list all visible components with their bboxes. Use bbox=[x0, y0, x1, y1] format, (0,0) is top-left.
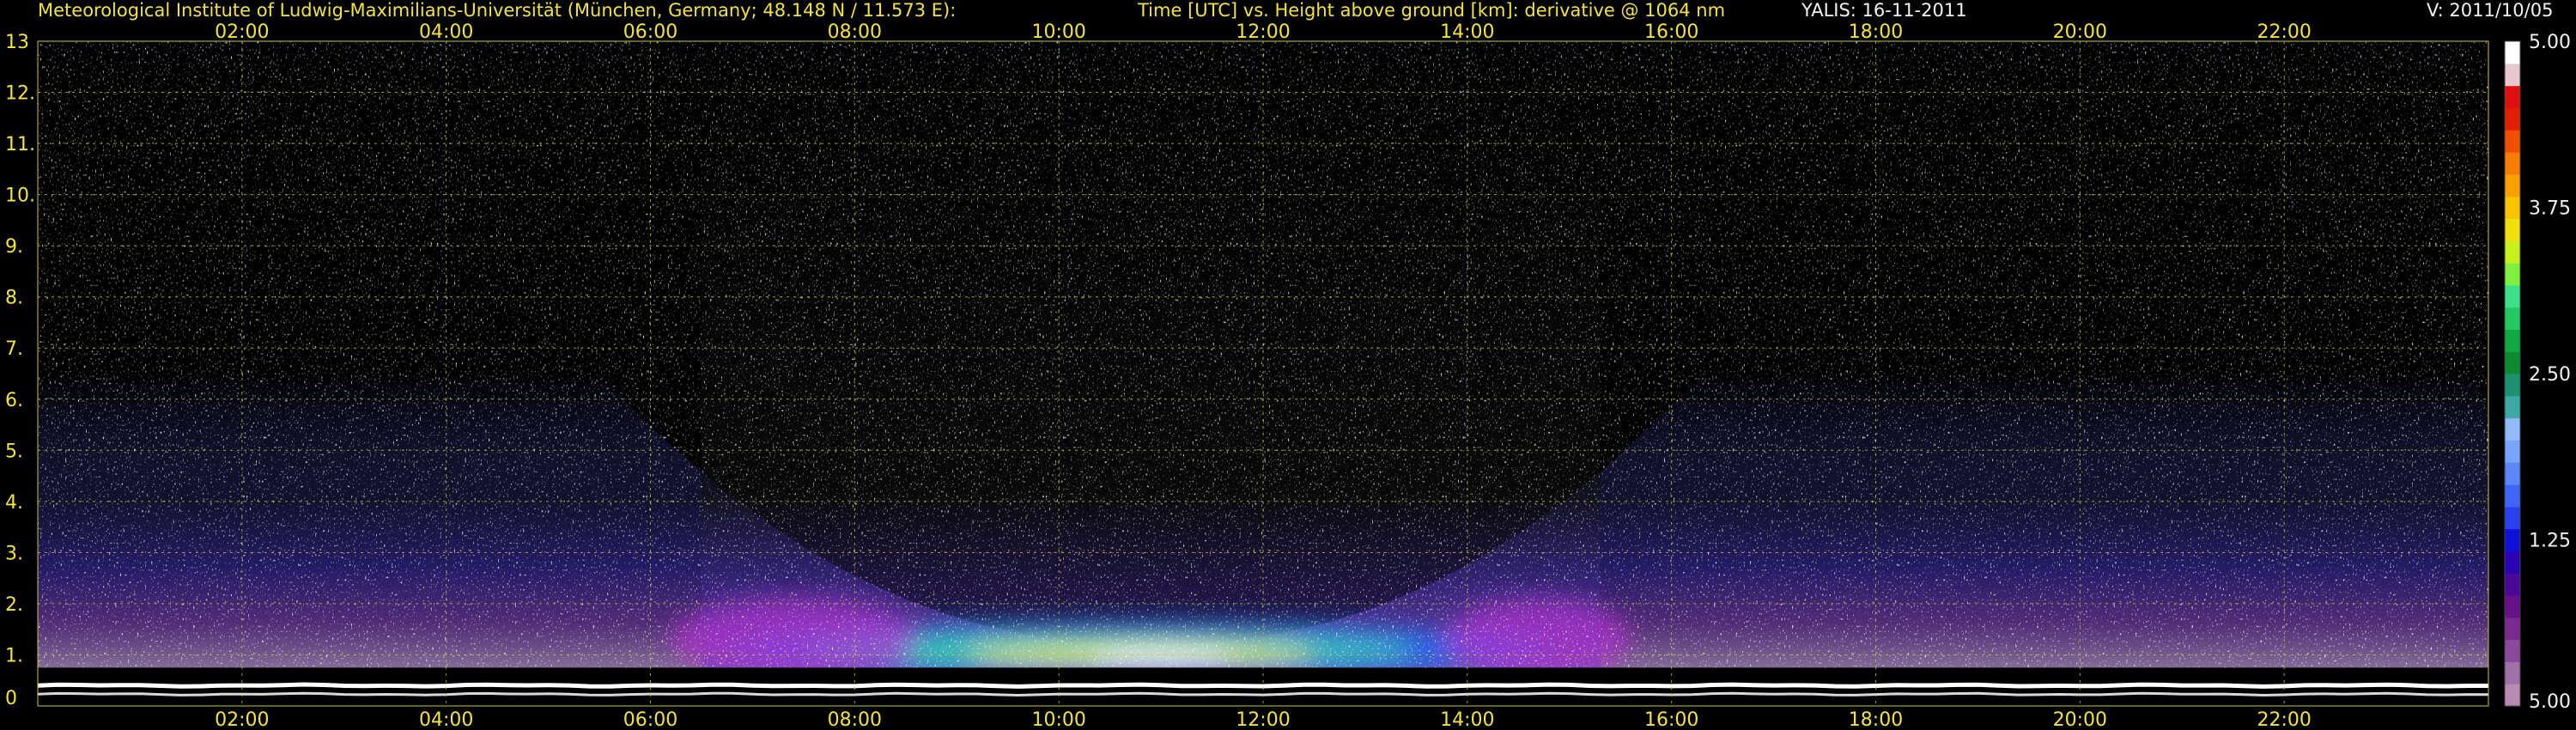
x-tick-label-top: 08:00 bbox=[828, 21, 882, 43]
colorbar-label: 1.25 bbox=[2529, 531, 2571, 552]
colorbar-label: 3.75 bbox=[2529, 198, 2571, 220]
colorbar-segment bbox=[2505, 573, 2520, 596]
x-tick-label-bottom: 20:00 bbox=[2053, 709, 2107, 730]
y-ticks: 0 1. 2. 3. 4. 5. 6. 7. 8. 9. 10. 11. 12. 13 bbox=[5, 32, 35, 709]
y-tick-label: 9. bbox=[5, 236, 23, 258]
colorbar-segment bbox=[2505, 462, 2520, 485]
colorbar-segment bbox=[2505, 41, 2520, 64]
x-tick-label-top: 22:00 bbox=[2257, 21, 2311, 43]
colorbar-segment bbox=[2505, 284, 2520, 308]
colorbar-labels: 5.00 3.75 2.50 1.25 5.00 bbox=[2529, 32, 2571, 713]
colorbar-segment bbox=[2505, 440, 2520, 463]
x-tick-label-bottom: 18:00 bbox=[1849, 709, 1903, 730]
colorbar-segment bbox=[2505, 85, 2520, 108]
chart-svg: 02:00 04:00 06:00 08:00 10:00 12:00 14:00 16:00… bbox=[5, 21, 2571, 730]
x-tick-label-top: 16:00 bbox=[1644, 21, 1698, 43]
colorbar-segment bbox=[2505, 374, 2520, 397]
y-tick-label: 12. bbox=[5, 83, 35, 105]
colorbar-segment bbox=[2505, 617, 2520, 641]
colorbar-segment bbox=[2505, 484, 2520, 508]
x-tick-label-bottom: 14:00 bbox=[1440, 709, 1494, 730]
x-tick-label-top: 04:00 bbox=[419, 21, 473, 43]
y-tick-label: 2. bbox=[5, 594, 23, 616]
x-tick-label-bottom: 22:00 bbox=[2257, 709, 2311, 730]
x-tick-label-top: 06:00 bbox=[623, 21, 677, 43]
colorbar-segment bbox=[2505, 130, 2520, 153]
colorbar-label: 5.00 bbox=[2529, 32, 2571, 53]
x-tick-label-bottom: 04:00 bbox=[419, 709, 473, 730]
colorbar-segment bbox=[2505, 528, 2520, 551]
x-tick-label-bottom: 08:00 bbox=[828, 709, 882, 730]
y-tick-label: 3. bbox=[5, 543, 23, 564]
y-tick-label: 4. bbox=[5, 492, 23, 514]
x-tick-label-top: 02:00 bbox=[215, 21, 269, 43]
y-tick-label: 6. bbox=[5, 390, 23, 411]
colorbar-segment bbox=[2505, 329, 2520, 352]
y-tick-label: 5. bbox=[5, 441, 23, 462]
colorbar-segment bbox=[2505, 107, 2520, 131]
colorbar-segment bbox=[2505, 684, 2520, 707]
colorbar-label: 5.00 bbox=[2529, 691, 2571, 713]
x-tick-label-top: 20:00 bbox=[2053, 21, 2107, 43]
y-tick-label: 1. bbox=[5, 645, 23, 666]
colorbar-segment bbox=[2505, 551, 2520, 574]
colorbar-segment bbox=[2505, 307, 2520, 330]
colorbar-segment bbox=[2505, 240, 2520, 264]
y-tick-label: 13 bbox=[5, 32, 29, 53]
colorbar-segment bbox=[2505, 196, 2520, 219]
y-tick-label: 7. bbox=[5, 338, 23, 360]
x-ticks-bottom: 02:00 04:00 06:00 08:00 10:00 12:00 14:00 16:00… bbox=[215, 709, 2312, 730]
colorbar-segment bbox=[2505, 152, 2520, 175]
colorbar-segment bbox=[2505, 639, 2520, 662]
y-tick-label: 0 bbox=[5, 688, 17, 709]
colorbar-segment bbox=[2505, 263, 2520, 286]
colorbar-segment bbox=[2505, 218, 2520, 241]
y-tick-label: 11. bbox=[5, 134, 35, 155]
lidar-chart: Meteorological Institute of Ludwig-Maxim… bbox=[0, 0, 2576, 730]
x-tick-label-top: 14:00 bbox=[1440, 21, 1494, 43]
x-tick-label-bottom: 16:00 bbox=[1644, 709, 1698, 730]
colorbar-segment bbox=[2505, 595, 2520, 618]
colorbar-segment bbox=[2505, 173, 2520, 198]
colorbar-segment bbox=[2505, 417, 2520, 441]
x-tick-label-bottom: 06:00 bbox=[623, 709, 677, 730]
colorbar-segment bbox=[2505, 506, 2520, 530]
x-ticks-top: 02:00 04:00 06:00 08:00 10:00 12:00 14:00 16:00… bbox=[215, 21, 2312, 43]
colorbar-segment bbox=[2505, 63, 2520, 87]
colorbar-segment bbox=[2505, 351, 2520, 374]
x-tick-label-bottom: 02:00 bbox=[215, 709, 269, 730]
colorbar bbox=[2504, 40, 2521, 707]
y-tick-label: 10. bbox=[5, 186, 35, 207]
x-tick-label-top: 12:00 bbox=[1236, 21, 1290, 43]
x-tick-label-top: 10:00 bbox=[1031, 21, 1085, 43]
colorbar-segment bbox=[2505, 395, 2520, 419]
x-tick-label-top: 18:00 bbox=[1849, 21, 1903, 43]
x-tick-label-bottom: 10:00 bbox=[1031, 709, 1085, 730]
colorbar-segment bbox=[2505, 661, 2520, 684]
x-tick-label-bottom: 12:00 bbox=[1236, 709, 1290, 730]
y-tick-label: 8. bbox=[5, 288, 23, 309]
colorbar-label: 2.50 bbox=[2529, 364, 2571, 386]
ground-signal-line bbox=[37, 682, 2488, 689]
